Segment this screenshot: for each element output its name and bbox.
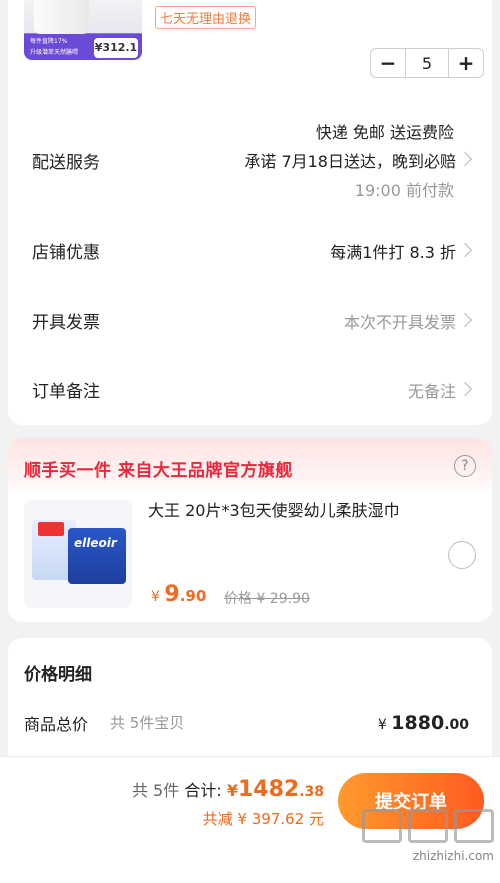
thumb-price: ¥312.1 <box>94 38 138 58</box>
delivery-label: 配送服务 <box>32 153 100 173</box>
image-brand-text: elleoir <box>74 536 117 550</box>
addon-select-radio[interactable] <box>448 541 476 569</box>
goods-total-price: ¥ 1880.00 <box>378 712 469 734</box>
product-thumbnail[interactable]: 每件直降17% 升级潜萃天然膳喂 ¥312.1 <box>24 0 142 60</box>
thumb-promo-subtag: 升级潜萃天然膳喂 <box>30 49 79 56</box>
invoice-label: 开具发票 <box>32 313 100 333</box>
return-policy-tag: 七天无理由退换 <box>155 6 257 29</box>
watermark-site: zhizhizhi.com <box>412 849 494 863</box>
store-discount-value[interactable]: 每满1件打 8.3 折 <box>330 239 456 263</box>
price-integer: 9 <box>164 582 180 607</box>
price-detail-title: 价格明细 <box>24 665 92 685</box>
item-count: 共 5件 <box>131 781 180 800</box>
price-integer: 1880 <box>391 712 445 734</box>
quantity-value[interactable]: 5 <box>405 49 449 77</box>
goods-total-label: 商品总价 <box>24 715 89 734</box>
chevron-right-icon[interactable] <box>457 242 473 258</box>
decrease-button[interactable]: − <box>371 49 405 77</box>
price-decimal: .90 <box>179 587 207 605</box>
brand-mark-icon <box>38 522 64 536</box>
delivery-deadline: 19:00 前付款 <box>354 181 454 200</box>
addon-product-name[interactable]: 大王 20片*3包天使婴幼儿柔肤湿巾 <box>148 500 418 522</box>
checkout-total: 共 5件 合计: ¥1482.38 <box>132 777 324 802</box>
currency-symbol: ¥ <box>226 781 238 800</box>
quantity-stepper: − 5 + <box>370 48 484 78</box>
price-decimal: .00 <box>444 717 469 733</box>
checkout-bar: 共 5件 合计: ¥1482.38 共减 ¥ 397.62 元 提交订单 zhi… <box>0 756 500 883</box>
increase-button[interactable]: + <box>449 49 483 77</box>
price-detail-card: 价格明细 商品总价 共 5件宝贝 ¥ 1880.00 <box>8 638 492 768</box>
goods-count: 共 5件宝贝 <box>110 714 185 732</box>
price-symbol: ¥ <box>151 589 160 605</box>
total-label: 合计: <box>184 781 222 800</box>
store-discount-label: 店铺优惠 <box>32 243 100 263</box>
order-note-label: 订单备注 <box>32 382 100 402</box>
addon-title: 顺手买一件 来自大王品牌官方旗舰 <box>24 461 293 481</box>
chevron-right-icon[interactable] <box>457 381 473 397</box>
formula-can-image <box>34 0 89 34</box>
chevron-right-icon[interactable] <box>457 151 473 167</box>
total-decimal: .38 <box>299 784 324 800</box>
invoice-value[interactable]: 本次不开具发票 <box>344 309 456 333</box>
delivery-method[interactable]: 快递 免邮 送运费险 <box>316 119 454 143</box>
thumb-promo-tag: 每件直降17% <box>30 38 68 45</box>
total-amount: ¥1482.38 <box>226 777 324 802</box>
order-note-value[interactable]: 无备注 <box>408 378 456 402</box>
total-integer: 1482 <box>237 777 300 802</box>
addon-card: 顺手买一件 来自大王品牌官方旗舰 ? elleoir 大王 20片*3包天使婴幼… <box>8 438 492 622</box>
watermark: zhizhizhi.com <box>344 809 494 869</box>
delivery-promise[interactable]: 承诺 7月18日送达，晚到必赔 <box>244 148 456 172</box>
chevron-right-icon[interactable] <box>457 312 473 328</box>
total-saved: 共减 ¥ 397.62 元 <box>202 810 324 828</box>
wipes-pack-image: elleoir <box>68 528 126 584</box>
addon-price: ¥ 9.90 <box>151 582 206 607</box>
addon-product-image[interactable]: elleoir <box>24 500 132 608</box>
price-symbol: ¥ <box>377 717 387 733</box>
addon-original-price: 价格 ¥ 29.90 <box>224 591 310 607</box>
watermark-logo-icon <box>344 809 494 843</box>
help-icon[interactable]: ? <box>454 455 476 477</box>
order-item-card: 每件直降17% 升级潜萃天然膳喂 ¥312.1 七天无理由退换 − 5 + 配送… <box>8 0 492 425</box>
